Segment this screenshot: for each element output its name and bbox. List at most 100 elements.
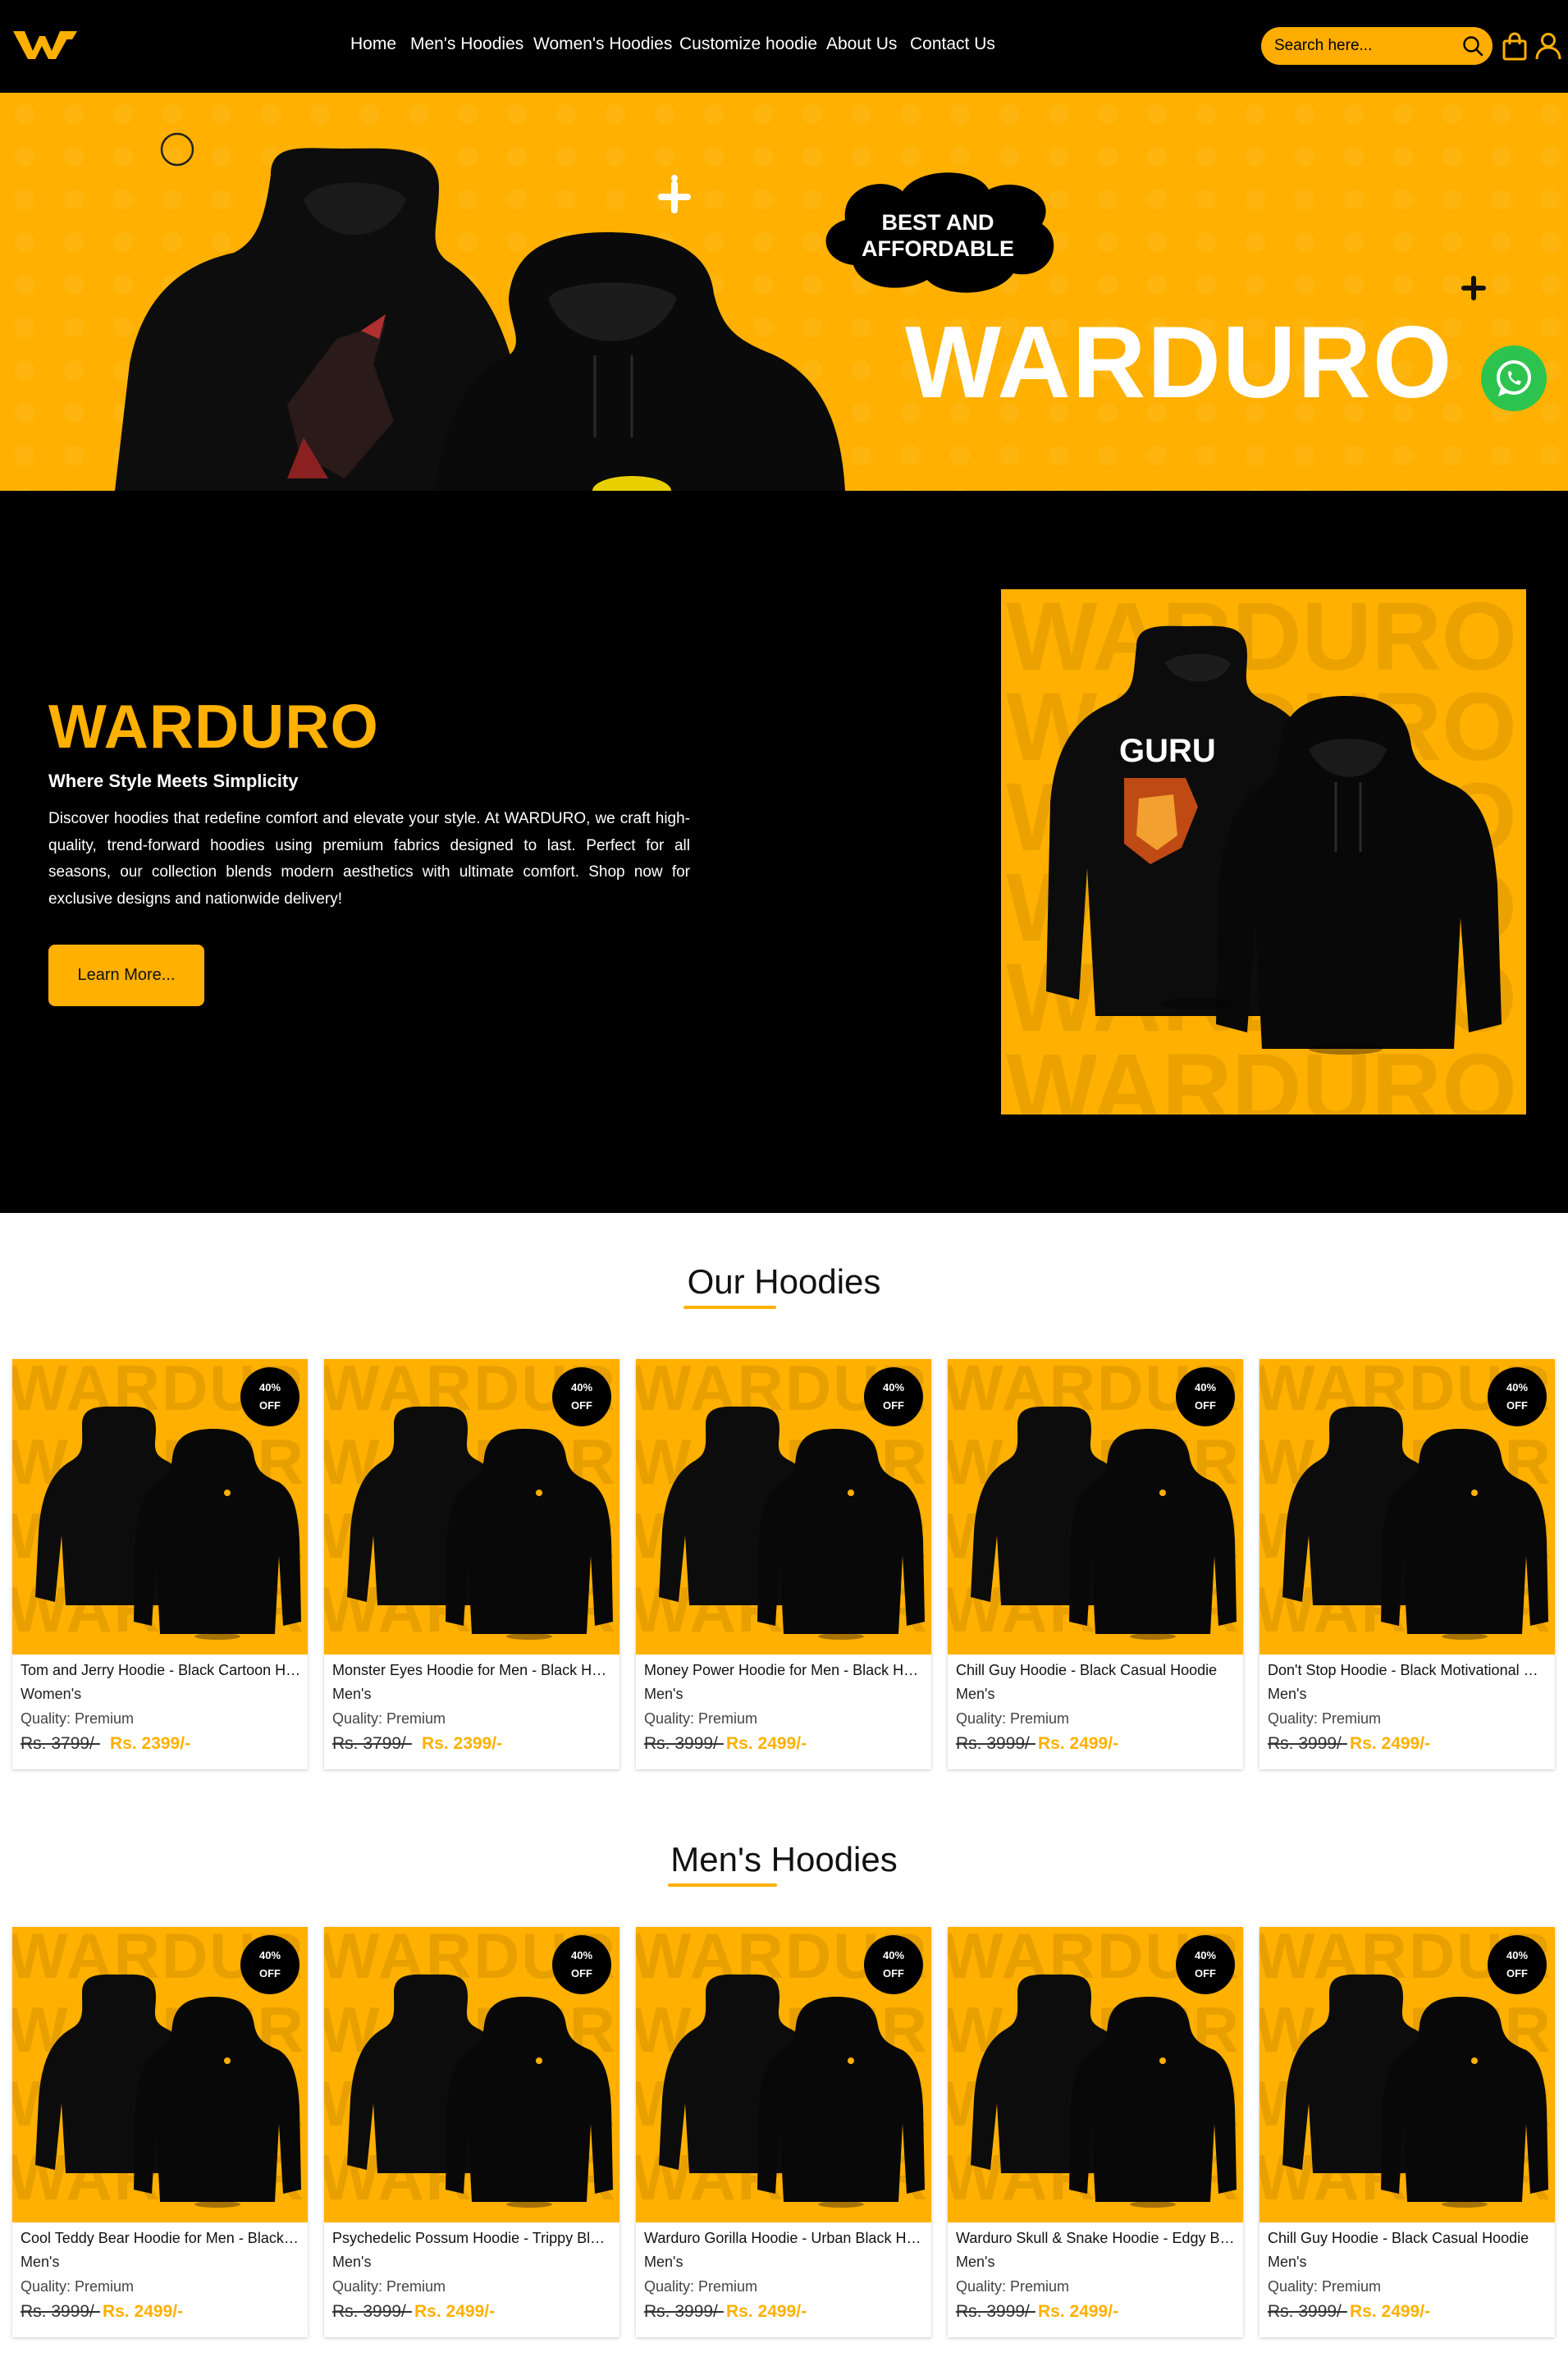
section-underline: [668, 1883, 777, 1887]
product-old-price: Rs. 3999/-: [1268, 1734, 1347, 1753]
product-image[interactable]: WARDUROWARDUROWARDUROWARDURO40%OFF: [636, 1927, 931, 2222]
product-image[interactable]: WARDUROWARDUROWARDUROWARDURO40%OFF: [12, 1927, 308, 2222]
product-image[interactable]: WARDUROWARDUROWARDUROWARDURO40%OFF: [948, 1927, 1243, 2222]
product-category: Men's: [644, 2254, 683, 2270]
product-category: Men's: [956, 1686, 995, 1702]
product-new-price: Rs. 2499/-: [1350, 1734, 1431, 1753]
whatsapp-button[interactable]: [1481, 346, 1547, 411]
product-new-price: Rs. 2499/-: [103, 2302, 184, 2321]
search-input[interactable]: [1274, 34, 1455, 57]
product-category: Men's: [332, 2254, 372, 2270]
hero-cloud-line1: BEST AND: [881, 210, 994, 235]
product-new-price: Rs. 2499/-: [414, 2302, 496, 2321]
search-box: [1261, 27, 1493, 65]
discount-badge: 40% OFF: [240, 1367, 299, 1426]
section-title-our-hoodies: Our Hoodies: [687, 1262, 881, 1301]
nav-mens-hoodies[interactable]: Men's Hoodies: [410, 34, 523, 54]
product-image[interactable]: WARDUROWARDUROWARDUROWARDURO40%OFF: [636, 1359, 931, 1655]
product-card[interactable]: WARDUROWARDUROWARDUROWARDURO40%OFF Chill …: [948, 1359, 1243, 1769]
about-product-image: WARDURO WARDURO WARDURO WARDURO WARDURO …: [1001, 589, 1526, 1114]
product-image[interactable]: WARDUROWARDUROWARDUROWARDURO40%OFF: [1259, 1359, 1555, 1655]
product-category: Men's: [1268, 1686, 1307, 1702]
product-card[interactable]: WARDUROWARDUROWARDUROWARDURO40%OFF Don't …: [1259, 1359, 1555, 1769]
product-new-price: Rs. 2499/-: [1038, 2302, 1119, 2321]
product-category: Men's: [644, 1686, 683, 1702]
product-new-price: Rs. 2499/-: [726, 1734, 807, 1753]
product-card[interactable]: WARDUROWARDUROWARDUROWARDURO40%OFF Tom an…: [12, 1359, 308, 1769]
product-quality: Quality: Premium: [644, 2278, 758, 2295]
section-title-mens-hoodies: Men's Hoodies: [670, 1840, 898, 1879]
hero-banner: BEST AND AFFORDABLE WARDURO: [0, 93, 1568, 491]
discount-badge: 40% OFF: [552, 1367, 611, 1426]
user-icon[interactable]: [1534, 31, 1562, 61]
top-navbar: Home Men's Hoodies Women's Hoodies Custo…: [0, 0, 1568, 93]
product-quality: Quality: Premium: [956, 2278, 1070, 2295]
product-card[interactable]: WARDUROWARDUROWARDUROWARDURO40%OFF Monste…: [324, 1359, 619, 1769]
product-category: Men's: [332, 1686, 372, 1702]
product-name[interactable]: Chill Guy Hoodie - Black Casual Hoodie: [956, 1662, 1237, 1679]
product-new-price: Rs. 2499/-: [726, 2302, 807, 2321]
product-name[interactable]: Chill Guy Hoodie - Black Casual Hoodie: [1268, 2230, 1548, 2247]
product-old-price: Rs. 3799/-: [21, 1734, 100, 1753]
svg-text:GURU: GURU: [1119, 733, 1216, 769]
product-card[interactable]: WARDUROWARDUROWARDUROWARDURO40%OFF Chill …: [1259, 1927, 1555, 2337]
product-image[interactable]: WARDUROWARDUROWARDUROWARDURO40%OFF: [12, 1359, 308, 1655]
product-name[interactable]: Warduro Gorilla Hoodie - Urban Black Hoo…: [644, 2230, 925, 2247]
about-subtitle: Where Style Meets Simplicity: [48, 771, 299, 791]
product-old-price: Rs. 3999/-: [644, 1734, 724, 1753]
product-name[interactable]: Tom and Jerry Hoodie - Black Cartoon Hoo…: [21, 1662, 301, 1679]
discount-badge: 40% OFF: [1488, 1935, 1547, 1994]
product-quality: Quality: Premium: [21, 1710, 135, 1727]
product-quality: Quality: Premium: [21, 2278, 135, 2295]
product-old-price: Rs. 3799/-: [332, 1734, 412, 1753]
nav-about-us[interactable]: About Us: [826, 34, 897, 54]
product-name[interactable]: Monster Eyes Hoodie for Men - Black Hood…: [332, 1662, 613, 1679]
product-image[interactable]: WARDUROWARDUROWARDUROWARDURO40%OFF: [1259, 1927, 1555, 2222]
product-card[interactable]: WARDUROWARDUROWARDUROWARDURO40%OFF Cool T…: [12, 1927, 308, 2337]
product-new-price: Rs. 2399/-: [422, 1734, 503, 1753]
product-quality: Quality: Premium: [332, 1710, 446, 1727]
product-old-price: Rs. 3999/-: [956, 2302, 1035, 2321]
hero-hoodies-image: [115, 132, 1486, 491]
hero-title: WARDURO: [905, 306, 1454, 419]
discount-badge: 40% OFF: [240, 1935, 299, 1994]
discount-badge: 40% OFF: [864, 1367, 923, 1426]
discount-badge: 40% OFF: [864, 1935, 923, 1994]
product-quality: Quality: Premium: [956, 1710, 1070, 1727]
nav-customize-hoodie[interactable]: Customize hoodie: [679, 34, 817, 54]
product-old-price: Rs. 3999/-: [332, 2302, 412, 2321]
product-quality: Quality: Premium: [332, 2278, 446, 2295]
shopping-bag-icon[interactable]: [1502, 32, 1528, 62]
product-image[interactable]: WARDUROWARDUROWARDUROWARDURO40%OFF: [324, 1927, 619, 2222]
product-name[interactable]: Psychedelic Possum Hoodie - Trippy Black…: [332, 2230, 613, 2247]
discount-badge: 40% OFF: [1488, 1367, 1547, 1426]
product-name[interactable]: Cool Teddy Bear Hoodie for Men - Black H…: [21, 2230, 301, 2247]
search-icon[interactable]: [1461, 34, 1484, 57]
product-name[interactable]: Money Power Hoodie for Men - Black Hoodi…: [644, 1662, 925, 1679]
product-card[interactable]: WARDUROWARDUROWARDUROWARDURO40%OFF Money …: [636, 1359, 931, 1769]
section-underline: [683, 1306, 776, 1309]
product-old-price: Rs. 3999/-: [644, 2302, 724, 2321]
product-category: Men's: [21, 2254, 60, 2270]
about-hoodies-illustration: GURU: [1046, 625, 1502, 1055]
about-title: WARDURO: [48, 692, 379, 761]
product-new-price: Rs. 2499/-: [1038, 1734, 1119, 1753]
learn-more-button[interactable]: Learn More...: [48, 945, 204, 1006]
hero-cloud-badge: BEST AND AFFORDABLE: [823, 209, 1053, 262]
whatsapp-icon: [1497, 360, 1531, 396]
product-card[interactable]: WARDUROWARDUROWARDUROWARDURO40%OFF Wardur…: [948, 1927, 1243, 2337]
product-image[interactable]: WARDUROWARDUROWARDUROWARDURO40%OFF: [324, 1359, 619, 1655]
product-image[interactable]: WARDUROWARDUROWARDUROWARDURO40%OFF: [948, 1359, 1243, 1655]
product-name[interactable]: Don't Stop Hoodie - Black Motivational H…: [1268, 1662, 1548, 1679]
product-card[interactable]: WARDUROWARDUROWARDUROWARDURO40%OFF Psyche…: [324, 1927, 619, 2337]
product-card[interactable]: WARDUROWARDUROWARDUROWARDURO40%OFF Wardur…: [636, 1927, 931, 2337]
product-name[interactable]: Warduro Skull & Snake Hoodie - Edgy Blac…: [956, 2230, 1237, 2247]
nav-home[interactable]: Home: [350, 34, 396, 54]
hero-cloud-line2: AFFORDABLE: [862, 236, 1014, 261]
nav-womens-hoodies[interactable]: Women's Hoodies: [533, 34, 672, 54]
discount-badge: 40% OFF: [552, 1935, 611, 1994]
product-old-price: Rs. 3999/-: [21, 2302, 100, 2321]
product-old-price: Rs. 3999/-: [956, 1734, 1035, 1753]
nav-contact-us[interactable]: Contact Us: [910, 34, 995, 54]
product-quality: Quality: Premium: [1268, 2278, 1382, 2295]
